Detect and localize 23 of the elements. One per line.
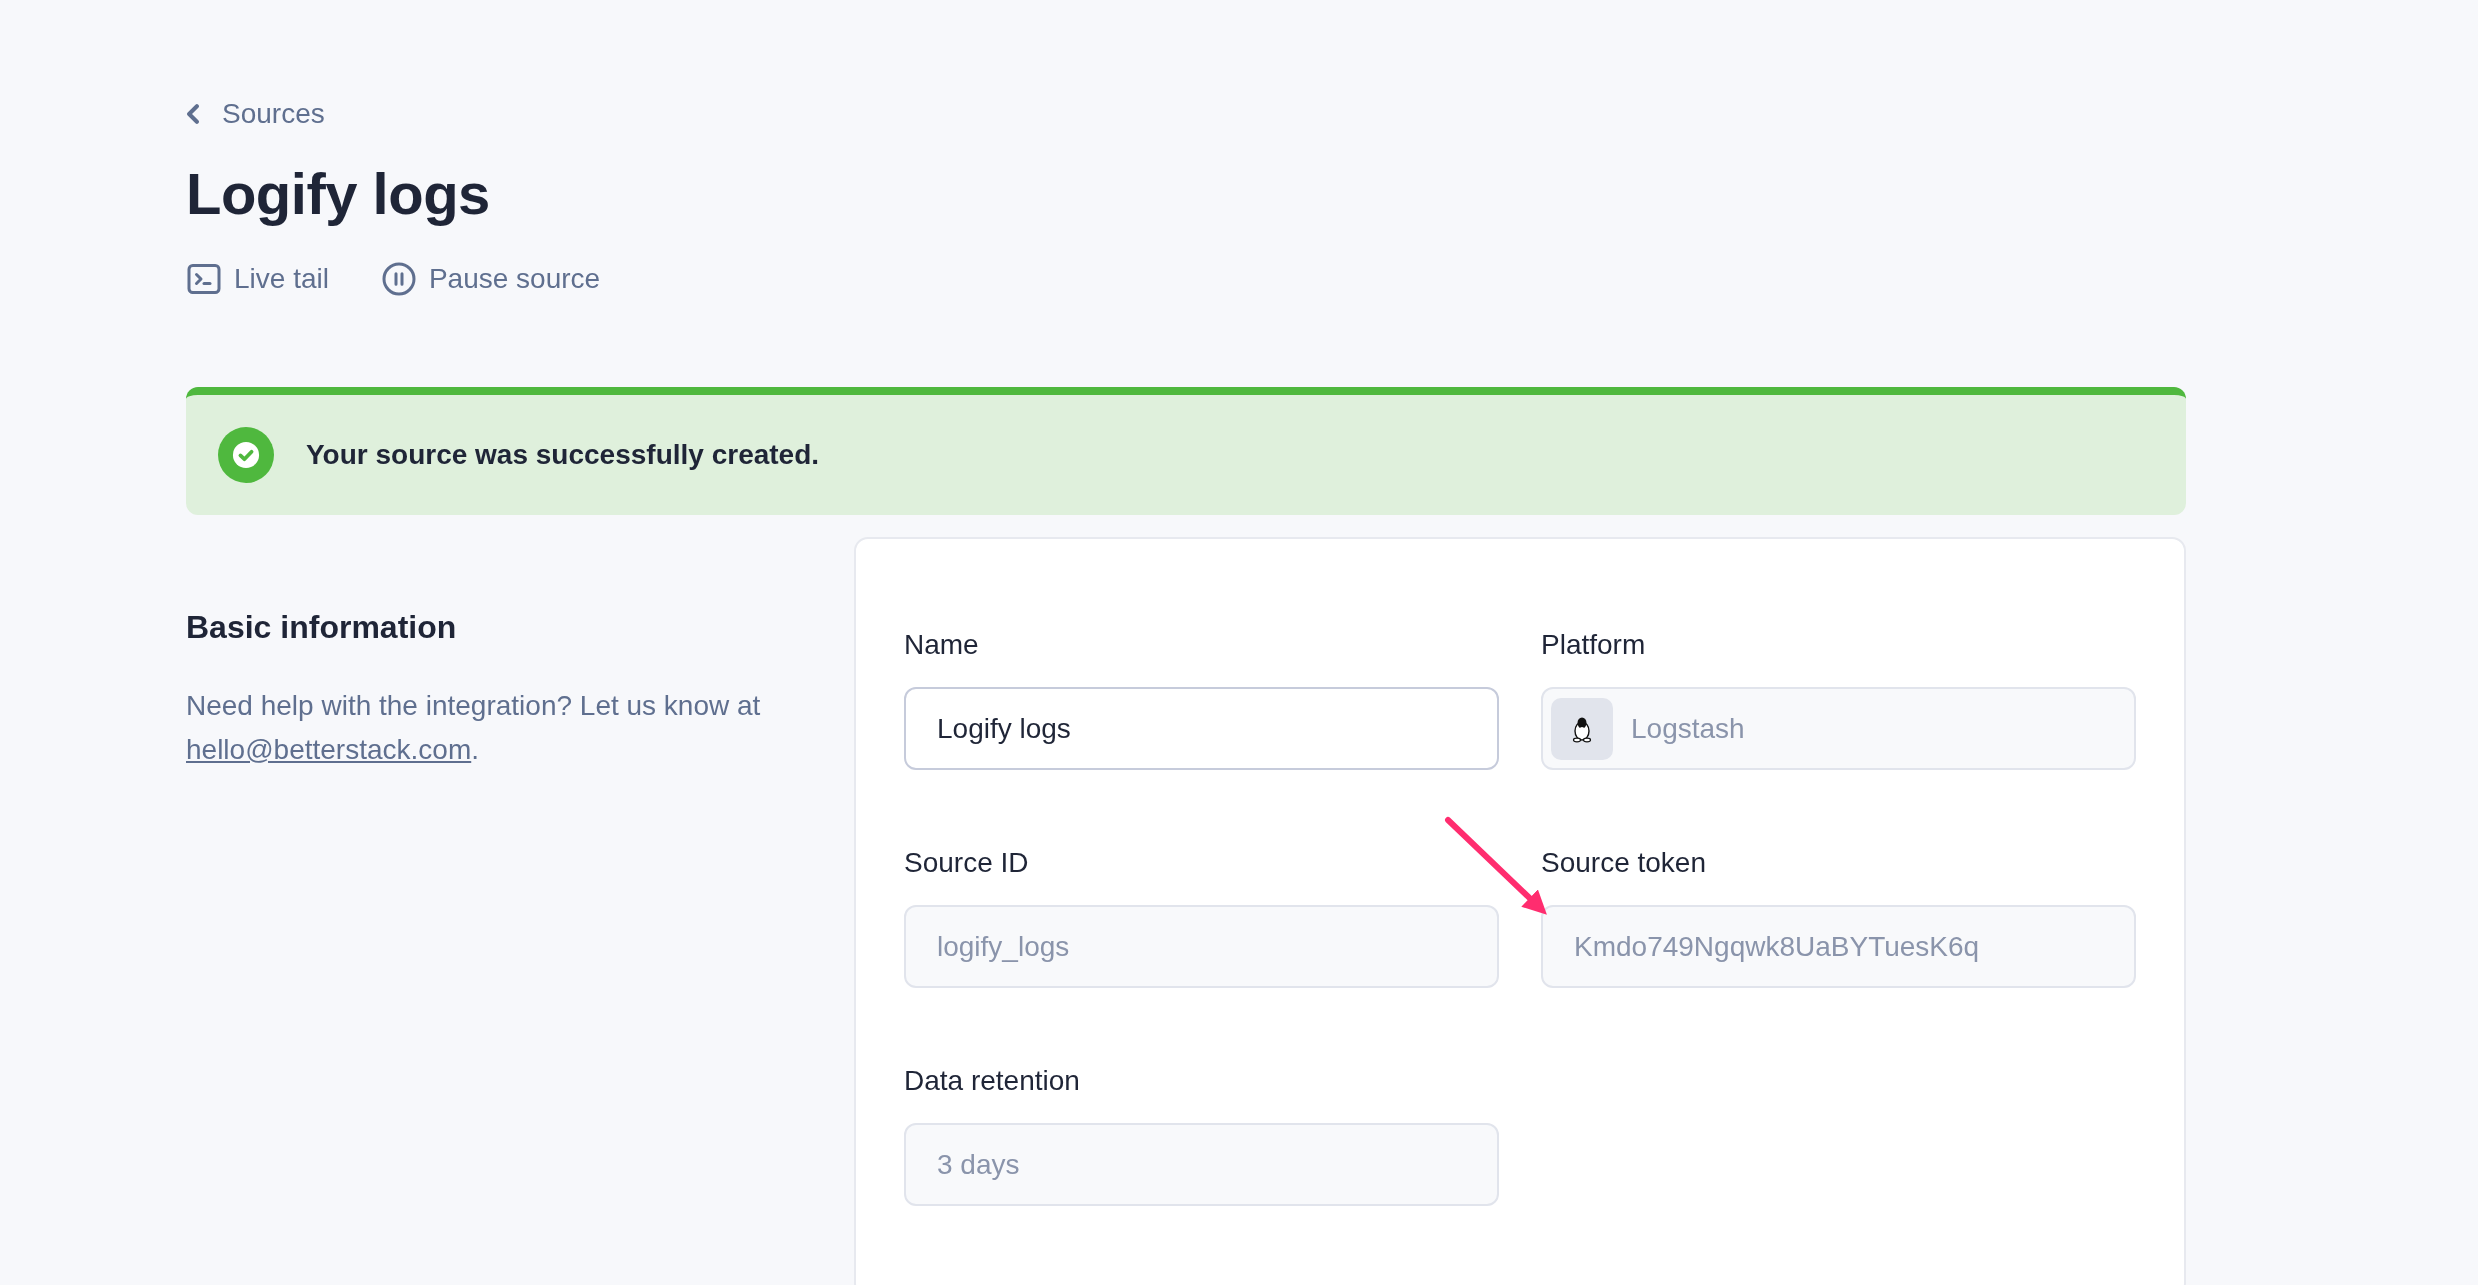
help-text: Need help with the integration? Let us know at hello@betterstack.com.	[186, 689, 762, 767]
action-link[interactable]: Pause source	[380, 261, 601, 297]
platform-select: Logstash	[1541, 687, 2136, 770]
input-field: Kmdo749Ngqwk8UaBYTuesK6q	[1541, 905, 2136, 988]
field-label: Name	[904, 629, 980, 661]
alert-message: Your source was successfully created.	[306, 439, 820, 471]
input-field[interactable]: Logify logs	[904, 687, 1499, 770]
input-field: 3 days	[904, 1123, 1499, 1206]
field-label: Source token	[1541, 847, 1707, 879]
field-label: Source ID	[904, 847, 1030, 879]
pause-icon	[380, 261, 417, 297]
field-label: Data retention	[904, 1065, 1081, 1097]
field-label: Platform	[1541, 629, 1647, 661]
penguin-icon	[1551, 697, 1613, 760]
section-heading: Basic information	[186, 609, 458, 646]
back-link[interactable]: Sources	[186, 98, 325, 130]
check-circle-icon	[218, 427, 274, 483]
chevron-left-icon	[186, 104, 200, 124]
page-title: Logify logs	[186, 160, 491, 227]
email-link[interactable]: hello@betterstack.com	[186, 734, 472, 765]
action-link[interactable]: Live tail	[186, 261, 329, 297]
terminal-icon	[186, 261, 222, 297]
input-field: logify_logs	[904, 905, 1499, 988]
